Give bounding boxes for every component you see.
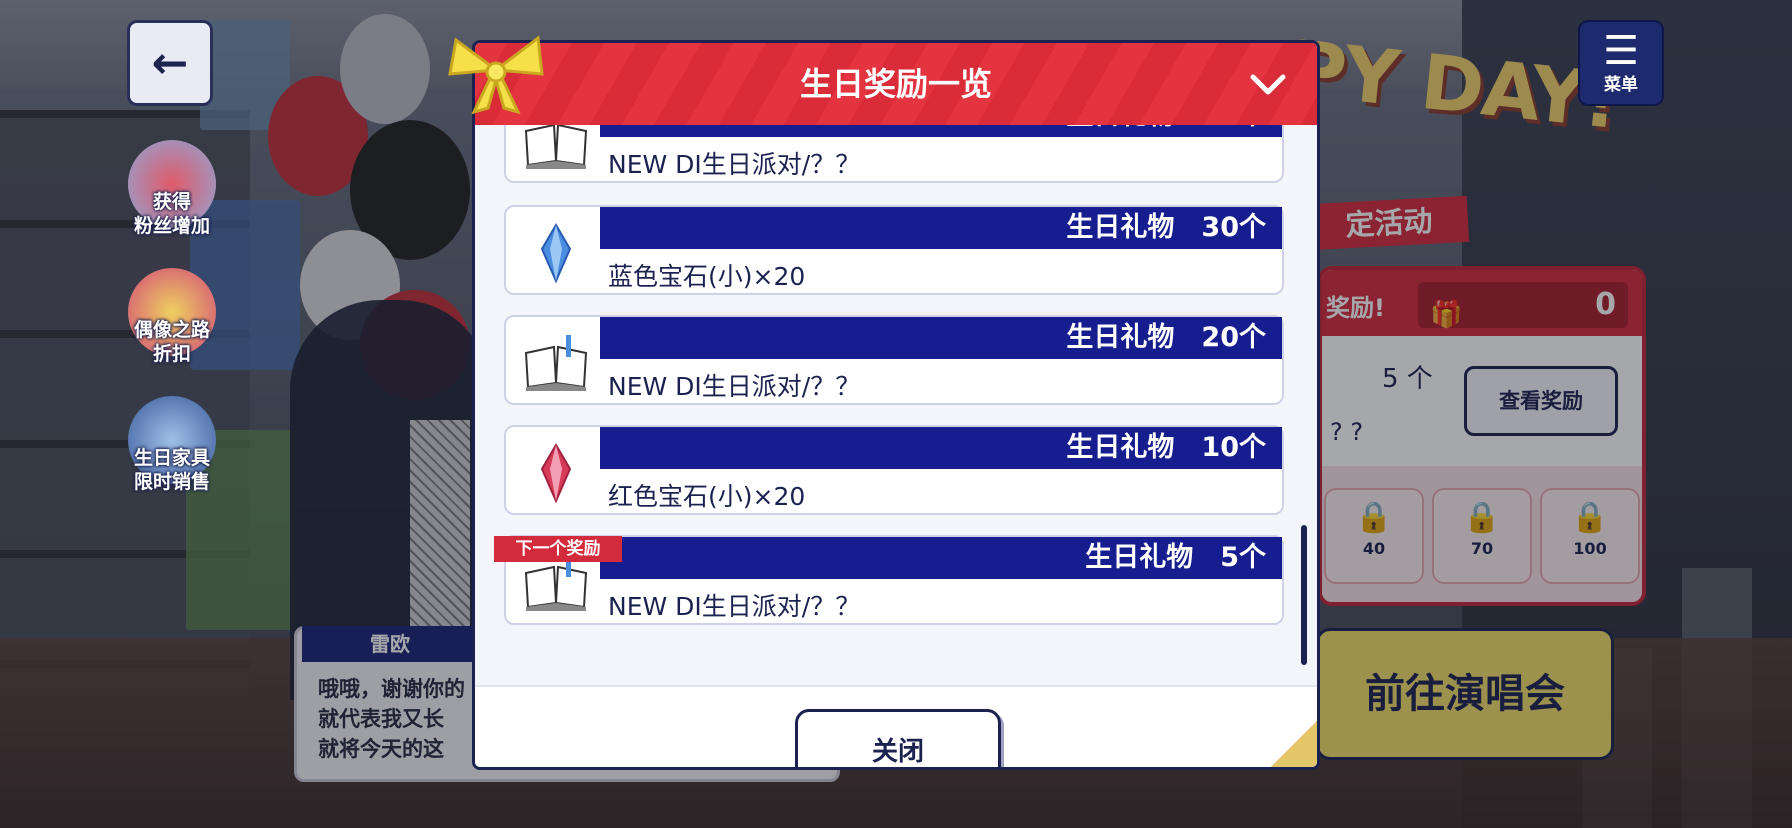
reward-row: 生日礼物 10个 红色宝石(小)×20 — [504, 425, 1284, 515]
book-icon — [524, 125, 588, 169]
back-button[interactable]: ← — [127, 20, 213, 106]
reward-requirement: 生日礼物 30个 — [600, 207, 1282, 249]
reward-requirement: 生日礼物 5个 — [600, 537, 1282, 579]
side-menu-idol-road[interactable]: 偶像之路 折扣 — [122, 268, 222, 366]
blue-gem-icon — [540, 223, 572, 283]
side-menu-label: 获得 粉丝增加 — [133, 191, 210, 237]
modal-header: 生日奖励一览 — [475, 43, 1317, 125]
arrow-left-icon: ← — [151, 37, 189, 89]
hamburger-icon: ☰ — [1603, 28, 1639, 74]
side-menu-label: 偶像之路 折扣 — [133, 319, 210, 365]
menu-button[interactable]: ☰ 菜单 — [1578, 20, 1664, 106]
side-menu-furniture-sale[interactable]: 生日家具 限时销售 — [122, 396, 222, 494]
scrollbar[interactable] — [1301, 525, 1307, 665]
reward-requirement: 生日礼物 10个 — [600, 427, 1282, 469]
side-menu-label: 生日家具 限时销售 — [133, 447, 210, 493]
birthday-rewards-modal: 生日奖励一览 生日礼物 40个 NEW DI生日派对/？？ 生日礼物 30个 蓝… — [472, 40, 1320, 770]
reward-requirement: 生日礼物 40个 — [600, 125, 1282, 137]
reward-item-name: NEW DI生日派对/？？ — [608, 372, 861, 401]
reward-row: 生日礼物 20个 NEW DI生日派对/？？ — [504, 315, 1284, 405]
chevron-down-icon[interactable] — [1249, 65, 1287, 103]
reward-list[interactable]: 生日礼物 40个 NEW DI生日派对/？？ 生日礼物 30个 蓝色宝石(小)×… — [475, 125, 1317, 685]
red-gem-icon — [540, 443, 572, 503]
reward-item-name: 蓝色宝石(小)×20 — [608, 262, 806, 291]
modal-footer: 关闭 — [475, 685, 1317, 767]
next-reward-tag: 下一个奖励 — [494, 536, 622, 562]
modal-title: 生日奖励一览 — [799, 65, 992, 103]
reward-requirement: 生日礼物 20个 — [600, 317, 1282, 359]
reward-item-name: NEW DI生日派对/？？ — [608, 150, 861, 179]
menu-label: 菜单 — [1604, 75, 1638, 95]
reward-item-name: 红色宝石(小)×20 — [608, 482, 806, 511]
close-button[interactable]: 关闭 — [795, 709, 1001, 767]
reward-item-name: NEW DI生日派对/？？ — [608, 592, 861, 621]
corner-decoration — [1267, 717, 1317, 767]
reward-row: 生日礼物 30个 蓝色宝石(小)×20 — [504, 205, 1284, 295]
reward-row: 生日礼物 40个 NEW DI生日派对/？？ — [504, 125, 1284, 183]
side-menu-fan-boost[interactable]: 获得 粉丝增加 — [122, 140, 222, 238]
ribbon-bow-icon — [448, 35, 544, 114]
book-icon — [524, 335, 588, 391]
